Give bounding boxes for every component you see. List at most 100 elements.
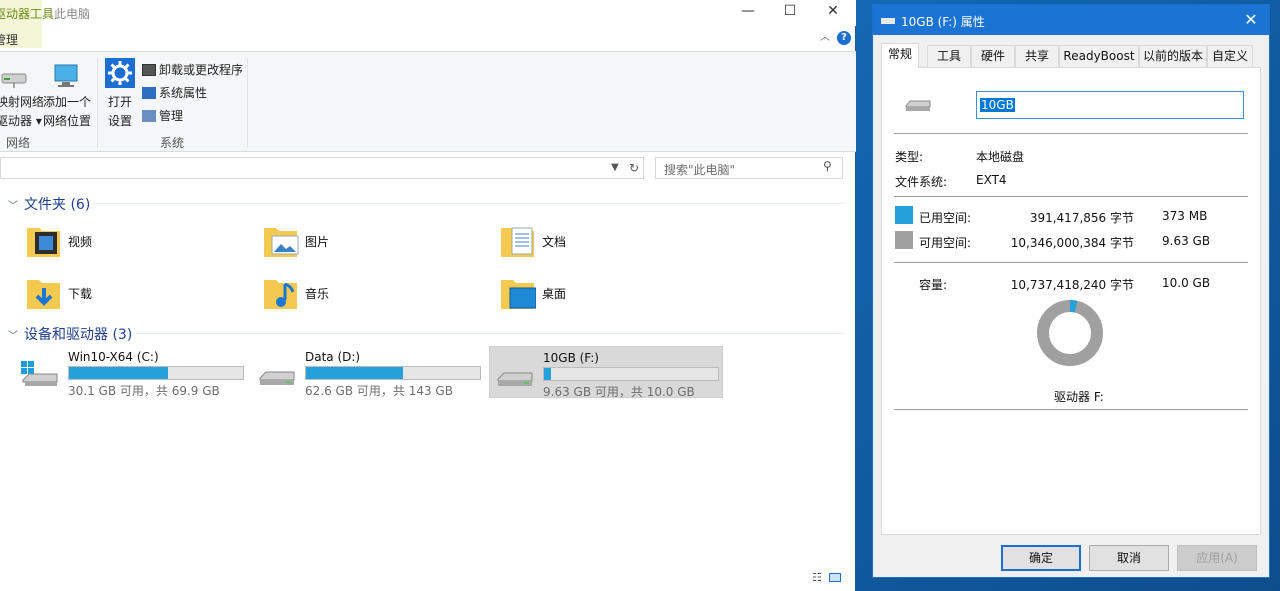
drive-properties-dialog: 10GB (F:) 属性 ✕ 常规 工具 硬件 共享 ReadyBoost 以前…	[872, 4, 1270, 578]
minimize-button[interactable]: —	[726, 0, 770, 24]
details-view-icon[interactable]: ☷	[812, 571, 822, 584]
uninstall-programs-button[interactable]: 卸载或更改程序	[142, 61, 243, 78]
drive-usage-fill	[69, 367, 169, 379]
free-space-ring	[1037, 300, 1103, 366]
drive-name: Win10-X64 (C:)	[68, 350, 159, 364]
refresh-icon[interactable]: ↻	[626, 160, 642, 176]
used-space-swatch	[895, 206, 913, 224]
uninstall-icon	[142, 64, 156, 76]
manage-icon	[142, 110, 156, 122]
drive-icon	[259, 371, 295, 385]
general-tab-panel: 10GB 类型: 本地磁盘 文件系统: EXT4 已用空间: 391,417,8…	[881, 67, 1261, 535]
system-properties-button[interactable]: 系统属性	[142, 84, 207, 101]
ribbon: 映射网络 驱动器 ▾ 添加一个 网络位置 网络 打开 设置 卸载或更改程序 系统…	[0, 51, 856, 152]
tab-hardware[interactable]: 硬件	[971, 45, 1015, 67]
capacity-label: 容量:	[919, 278, 948, 292]
folder-item[interactable]: 图片	[263, 222, 463, 262]
tab-previous-versions[interactable]: 以前的版本	[1139, 45, 1207, 67]
folder-item[interactable]: 下载	[26, 274, 226, 314]
drive-item[interactable]: Data (D:) 62.6 GB 可用，共 143 GB	[252, 346, 482, 398]
add-network-location-button[interactable]: 添加一个 网络位置	[43, 93, 91, 129]
maximize-button[interactable]: ☐	[768, 0, 812, 24]
drive-item-selected[interactable]: 10GB (F:) 9.63 GB 可用，共 10.0 GB	[489, 346, 723, 399]
dialog-close-button[interactable]: ✕	[1239, 9, 1263, 31]
drives-section-header[interactable]: ﹀ 设备和驱动器 (3)	[8, 324, 132, 344]
ok-button[interactable]: 确定	[1001, 545, 1081, 571]
section-divider	[94, 203, 844, 204]
context-tab-group-label: 驱动器工具	[0, 7, 55, 21]
used-space-size: 373 MB	[1162, 209, 1208, 223]
add-network-location-icon	[52, 62, 80, 90]
tab-customize[interactable]: 自定义	[1207, 45, 1253, 67]
drive-letter-label: 驱动器 F:	[1054, 390, 1104, 404]
folder-item[interactable]: 桌面	[500, 274, 700, 314]
uninstall-label: 卸载或更改程序	[159, 63, 244, 77]
filesystem-label: 文件系统:	[895, 175, 948, 189]
dialog-title-bar: 10GB (F:) 属性 ✕	[873, 5, 1269, 35]
address-bar[interactable]	[0, 157, 644, 179]
ribbon-tab-drive-tools[interactable]: 驱动器工具 管理	[0, 0, 54, 48]
map-network-drive-button[interactable]: 映射网络 驱动器 ▾	[0, 93, 44, 129]
dialog-title: 10GB (F:) 属性	[901, 15, 985, 29]
cancel-button[interactable]: 取消	[1089, 545, 1169, 571]
help-icon[interactable]: ?	[837, 31, 851, 45]
large-icons-view-icon[interactable]	[829, 573, 842, 582]
video-folder-icon	[27, 228, 60, 257]
drives-section-label: 设备和驱动器 (3)	[24, 327, 133, 343]
pictures-folder-icon	[264, 228, 299, 257]
open-settings-button[interactable]: 打开 设置	[108, 93, 132, 129]
window-title: 此电脑	[54, 7, 91, 21]
tab-general[interactable]: 常规	[881, 43, 919, 68]
open-settings-label-1: 打开	[108, 95, 133, 109]
filesystem-value: EXT4	[976, 173, 1007, 187]
settings-gear-icon	[105, 58, 135, 88]
free-space-bytes: 10,346,000,384 字节	[1010, 236, 1134, 250]
drive-usage-fill	[306, 367, 404, 379]
folder-label: 音乐	[305, 287, 330, 301]
chevron-down-icon: ﹀	[8, 201, 18, 212]
volume-name-input[interactable]: 10GB	[976, 91, 1244, 119]
tab-readyboost[interactable]: ReadyBoost	[1059, 45, 1139, 67]
folder-item[interactable]: 音乐	[263, 274, 463, 314]
type-label: 类型:	[895, 150, 924, 164]
windows-drive-icon	[21, 361, 58, 386]
music-folder-icon	[264, 280, 297, 309]
drive-icon	[881, 18, 895, 24]
address-dropdown-icon[interactable]: ▼	[608, 160, 622, 176]
volume-name-value: 10GB	[980, 98, 1015, 112]
open-settings-label-2: 设置	[108, 114, 133, 128]
folder-label: 文档	[542, 235, 567, 249]
folder-item[interactable]: 视频	[26, 222, 226, 262]
drive-item[interactable]: Win10-X64 (C:) 30.1 GB 可用，共 69.9 GB	[15, 346, 245, 398]
apply-button[interactable]: 应用(A)	[1177, 545, 1257, 571]
add-location-label-1: 添加一个	[43, 95, 92, 109]
manage-button[interactable]: 管理	[142, 107, 183, 124]
ribbon-collapse-icon[interactable]: ︿	[818, 31, 832, 45]
drive-usage-fill	[544, 368, 551, 380]
drive-name: Data (D:)	[305, 350, 361, 364]
drive-usage-bar	[543, 367, 719, 381]
ribbon-separator	[97, 58, 98, 148]
ribbon-group-system: 系统	[160, 136, 185, 150]
drive-space-info: 9.63 GB 可用，共 10.0 GB	[543, 385, 695, 399]
ribbon-separator	[247, 58, 248, 148]
tab-sharing[interactable]: 共享	[1015, 45, 1059, 67]
ribbon-group-network: 网络	[6, 136, 31, 150]
capacity-bytes: 10,737,418,240 字节	[1010, 278, 1134, 292]
search-icon[interactable]: ⚲	[823, 159, 837, 175]
add-location-label-2: 网络位置	[43, 114, 92, 128]
separator-line	[894, 196, 1248, 197]
downloads-folder-icon	[27, 280, 60, 309]
ribbon-tab-manage[interactable]: 管理	[0, 31, 18, 48]
used-space-label: 已用空间:	[919, 211, 972, 225]
folder-label: 桌面	[542, 287, 567, 301]
folder-item[interactable]: 文档	[500, 222, 700, 262]
desktop-folder-icon	[501, 280, 536, 309]
separator-line	[894, 409, 1248, 410]
tab-tools[interactable]: 工具	[927, 45, 971, 67]
close-button[interactable]: ✕	[811, 0, 855, 24]
folders-section-header[interactable]: ﹀ 文件夹 (6)	[8, 194, 90, 214]
folder-label: 图片	[305, 235, 330, 249]
separator-line	[894, 262, 1248, 263]
free-space-swatch	[895, 231, 913, 249]
